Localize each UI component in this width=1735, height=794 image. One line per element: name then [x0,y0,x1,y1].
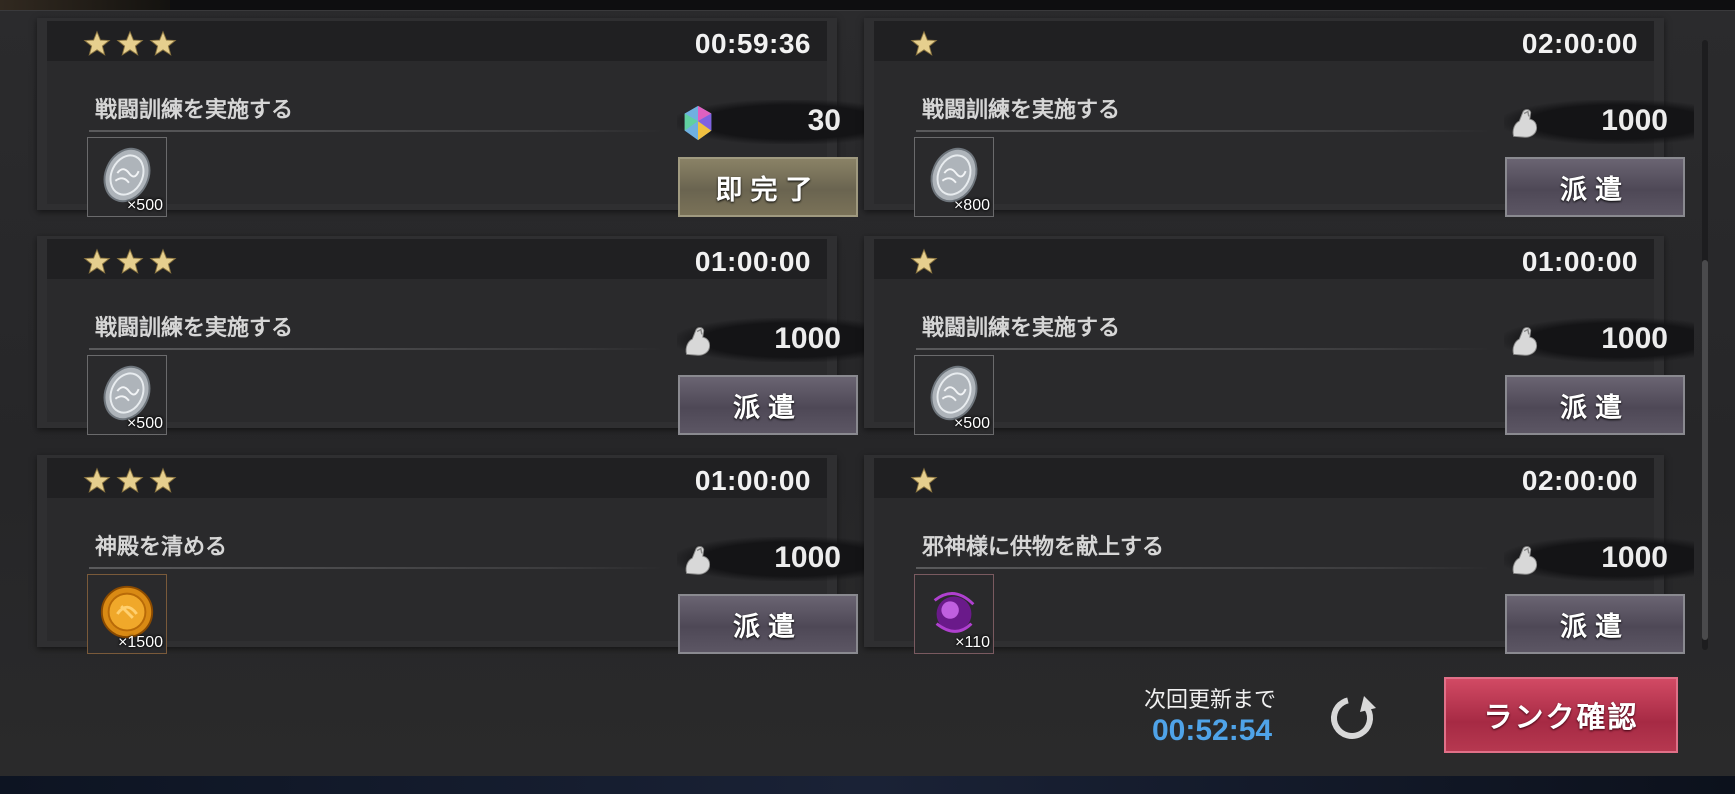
mission-title: 邪神様に供物を献上する [922,535,1165,560]
reward-item[interactable]: ×1500 [87,574,167,654]
difficulty-stars [910,467,938,499]
mission-card: 01:00:00 戦闘訓練を実施する 1000 ×500 派遣 [37,236,867,435]
mission-title: 戦闘訓練を実施する [95,98,294,123]
reward-quantity: ×110 [955,634,990,651]
bottom-strip [0,776,1735,794]
cost-value: 1000 [1601,322,1668,355]
mission-title: 戦闘訓練を実施する [95,316,294,341]
divider [916,348,1491,350]
mission-card: 02:00:00 戦闘訓練を実施する 1000 ×800 派遣 [864,18,1694,217]
mission-card: 00:59:36 戦闘訓練を実施する 30 ×500 即完了 [37,18,867,217]
cost-value: 1000 [774,322,841,355]
difficulty-stars [910,248,938,280]
star-icon [149,30,177,58]
mission-cost: 1000 [677,318,867,362]
difficulty-stars [83,30,177,62]
star-icon [116,467,144,495]
mission-cost: 1000 [1504,100,1694,144]
scrollbar[interactable] [1702,40,1708,650]
reward-item[interactable]: ×500 [87,355,167,435]
star-icon [83,30,111,58]
star-icon [83,467,111,495]
cost-value: 1000 [1601,104,1668,137]
cost-value: 1000 [1601,541,1668,574]
mission-card: 02:00:00 邪神様に供物を献上する 1000 ×110 派遣 [864,455,1694,654]
reward-quantity: ×800 [953,197,990,214]
reward-item[interactable]: ×500 [914,355,994,435]
reward-item[interactable]: ×800 [914,137,994,217]
divider [916,567,1491,569]
reward-quantity: ×1500 [118,634,163,651]
mission-title: 神殿を清める [95,535,228,560]
reward-item[interactable]: ×500 [87,137,167,217]
mission-cost: 1000 [677,537,867,581]
star-icon [116,248,144,276]
gem-icon [679,104,717,142]
dispatch-button[interactable]: 派遣 [678,594,858,654]
mission-timer: 01:00:00 [694,465,811,496]
scrollbar-thumb[interactable] [1702,260,1708,640]
star-icon [910,30,938,58]
refresh-icon[interactable] [1322,690,1382,746]
cost-value: 30 [807,104,841,137]
mission-cost: 1000 [1504,537,1694,581]
next-refresh-label: 次回更新まで [1144,688,1277,713]
dispatch-button[interactable]: 派遣 [1505,157,1685,217]
dispatch-button[interactable]: 派遣 [678,375,858,435]
difficulty-stars [910,30,938,62]
difficulty-stars [83,467,177,499]
stamina-arm-icon [679,322,717,360]
star-icon [116,30,144,58]
mission-cost: 1000 [1504,318,1694,362]
mission-timer: 01:00:00 [1521,246,1638,277]
mission-timer: 02:00:00 [1521,28,1638,59]
divider [89,130,664,132]
mission-timer: 01:00:00 [694,246,811,277]
reward-quantity: ×500 [953,415,990,432]
instant-complete-button[interactable]: 即完了 [678,157,858,217]
star-icon [149,248,177,276]
next-refresh-timer: 00:52:54 [1152,714,1273,747]
rank-check-button[interactable]: ランク確認 [1444,677,1678,753]
star-icon [149,467,177,495]
stamina-arm-icon [1506,104,1544,142]
difficulty-stars [83,248,177,280]
mission-timer: 02:00:00 [1521,465,1638,496]
mission-cost: 30 [677,100,867,144]
star-icon [910,248,938,276]
dispatch-button[interactable]: 派遣 [1505,375,1685,435]
divider [916,130,1491,132]
reward-quantity: ×500 [126,197,163,214]
mission-card: 01:00:00 神殿を清める 1000 ×1500 派遣 [37,455,867,654]
reward-item[interactable]: ×110 [914,574,994,654]
divider [89,348,664,350]
mission-card: 01:00:00 戦闘訓練を実施する 1000 ×500 派遣 [864,236,1694,435]
stamina-arm-icon [1506,322,1544,360]
star-icon [83,248,111,276]
mission-title: 戦闘訓練を実施する [922,316,1121,341]
star-icon [910,467,938,495]
stamina-arm-icon [679,541,717,579]
stamina-arm-icon [1506,541,1544,579]
mission-title: 戦闘訓練を実施する [922,98,1121,123]
divider [89,567,664,569]
mission-timer: 00:59:36 [694,28,811,59]
reward-quantity: ×500 [126,415,163,432]
cost-value: 1000 [774,541,841,574]
dispatch-button[interactable]: 派遣 [1505,594,1685,654]
